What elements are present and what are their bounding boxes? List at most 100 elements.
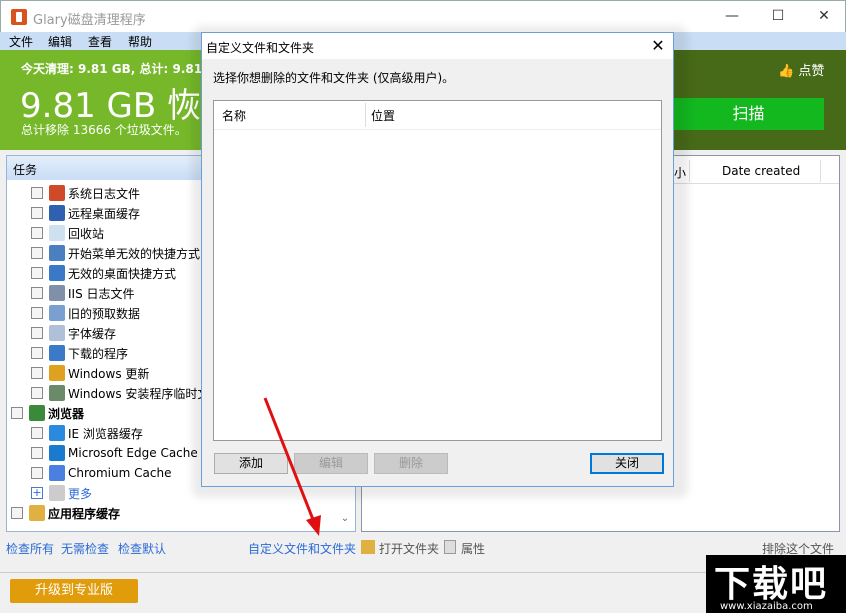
task-item[interactable]: Windows 更新 (31, 363, 149, 383)
uncheck-link[interactable]: 无需检查 (61, 540, 109, 557)
item-label: 字体缓存 (68, 326, 117, 341)
close-button[interactable]: ✕ (801, 1, 846, 33)
expand-plus-icon[interactable]: + (31, 487, 43, 499)
task-item[interactable]: 远程桌面缓存 (31, 203, 140, 223)
check-default-link[interactable]: 检查默认 (118, 540, 166, 557)
upgrade-button[interactable]: 升级到专业版 (10, 579, 138, 603)
edit-button[interactable]: 编辑 (294, 453, 368, 474)
scan-button[interactable]: 扫描 (673, 98, 824, 130)
properties-icon (444, 540, 456, 554)
like-button[interactable]: 👍 点赞 (778, 60, 824, 79)
task-item[interactable]: IIS 日志文件 (31, 283, 135, 303)
start-menu-shortcut-icon (49, 245, 65, 261)
column-location[interactable]: 位置 (371, 107, 395, 124)
delete-button[interactable]: 删除 (374, 453, 448, 474)
remote-desktop-icon (49, 205, 65, 221)
minimize-button[interactable]: — (709, 1, 755, 33)
item-label: Windows 更新 (68, 366, 150, 381)
menu-view[interactable]: 查看 (88, 33, 112, 50)
custom-files-dialog: 自定义文件和文件夹 ✕ 选择你想删除的文件和文件夹 (仅高级用户)。 名称 位置… (201, 32, 674, 487)
item-label: 下载的程序 (68, 346, 129, 361)
item-label: 应用程序缓存 (48, 506, 121, 521)
item-label: 回收站 (68, 226, 105, 241)
app-icon (11, 9, 27, 25)
checkbox[interactable] (31, 187, 43, 199)
checkbox[interactable] (31, 267, 43, 279)
checkbox[interactable] (11, 407, 23, 419)
task-item[interactable]: 无效的桌面快捷方式 (31, 263, 176, 283)
checkbox[interactable] (31, 227, 43, 239)
installer-icon (49, 385, 65, 401)
item-label: 系统日志文件 (68, 186, 141, 201)
item-label: 开始菜单无效的快捷方式 (68, 246, 201, 261)
download-icon (49, 345, 65, 361)
drive-icon (49, 485, 65, 501)
checkbox[interactable] (31, 247, 43, 259)
check-all-link[interactable]: 检查所有 (6, 540, 54, 557)
item-label: Chromium Cache (68, 466, 172, 480)
like-label: 点赞 (798, 64, 825, 79)
scroll-down-arrow[interactable]: ⌄ (337, 513, 353, 529)
checkbox[interactable] (31, 207, 43, 219)
dialog-close-button[interactable]: 关闭 (590, 453, 664, 474)
task-item[interactable]: 字体缓存 (31, 323, 116, 343)
task-item[interactable]: 开始菜单无效的快捷方式 (31, 243, 200, 263)
removed-count: 总计移除 13666 个垃圾文件。 (21, 123, 187, 137)
properties-link[interactable]: 属性 (461, 540, 485, 557)
globe-icon (29, 405, 45, 421)
checkbox[interactable] (31, 287, 43, 299)
task-item[interactable]: 旧的预取数据 (31, 303, 140, 323)
menu-file[interactable]: 文件 (9, 33, 33, 50)
recycle-bin-icon (49, 225, 65, 241)
custom-files-list[interactable]: 名称 位置 (213, 100, 662, 441)
item-label: IIS 日志文件 (68, 286, 135, 301)
checkbox[interactable] (31, 427, 43, 439)
ie-icon (49, 425, 65, 441)
item-label: 旧的预取数据 (68, 306, 141, 321)
item-label: Microsoft Edge Cache (68, 446, 198, 460)
app-cache-icon (29, 505, 45, 521)
prefetch-clock-icon (49, 305, 65, 321)
checkbox[interactable] (31, 307, 43, 319)
task-item[interactable]: 回收站 (31, 223, 104, 243)
dialog-title: 自定义文件和文件夹 (202, 33, 673, 59)
custom-files-link[interactable]: 自定义文件和文件夹 (248, 540, 356, 557)
desktop-shortcut-icon (49, 265, 65, 281)
dialog-instruction: 选择你想删除的文件和文件夹 (仅高级用户)。 (213, 71, 455, 85)
item-label: 浏览器 (48, 406, 85, 421)
menu-edit[interactable]: 编辑 (48, 33, 72, 50)
category-app-cache[interactable]: 应用程序缓存 (11, 503, 120, 523)
add-button[interactable]: 添加 (214, 453, 288, 474)
edge-icon (49, 445, 65, 461)
column-name[interactable]: 名称 (222, 107, 246, 124)
checkbox[interactable] (31, 327, 43, 339)
task-item[interactable]: 下载的程序 (31, 343, 128, 363)
task-item[interactable]: IE 浏览器缓存 (31, 423, 143, 443)
item-label: 远程桌面缓存 (68, 206, 141, 221)
checkbox[interactable] (31, 467, 43, 479)
task-item[interactable]: Chromium Cache (31, 463, 171, 483)
checkbox[interactable] (11, 507, 23, 519)
log-scissors-icon (49, 185, 65, 201)
task-item[interactable]: 系统日志文件 (31, 183, 140, 203)
column-date-created[interactable]: Date created (722, 164, 800, 178)
checkbox[interactable] (31, 367, 43, 379)
folder-search-icon (361, 540, 375, 554)
category-browsers[interactable]: 浏览器 (11, 403, 84, 423)
dialog-close-icon[interactable]: ✕ (647, 35, 669, 57)
more-item[interactable]: + 更多 (31, 483, 92, 503)
more-label: 更多 (68, 486, 93, 501)
iis-log-icon (49, 285, 65, 301)
menu-help[interactable]: 帮助 (128, 33, 152, 50)
checkbox[interactable] (31, 387, 43, 399)
item-label: IE 浏览器缓存 (68, 426, 143, 441)
open-folder-link[interactable]: 打开文件夹 (379, 540, 439, 557)
task-item[interactable]: Microsoft Edge Cache (31, 443, 198, 463)
chromium-icon (49, 465, 65, 481)
maximize-button[interactable]: ☐ (755, 1, 801, 33)
windows-update-icon (49, 365, 65, 381)
watermark-logo: 下载吧 www.xiazaiba.com (706, 555, 846, 613)
checkbox[interactable] (31, 347, 43, 359)
checkbox[interactable] (31, 447, 43, 459)
font-icon (49, 325, 65, 341)
